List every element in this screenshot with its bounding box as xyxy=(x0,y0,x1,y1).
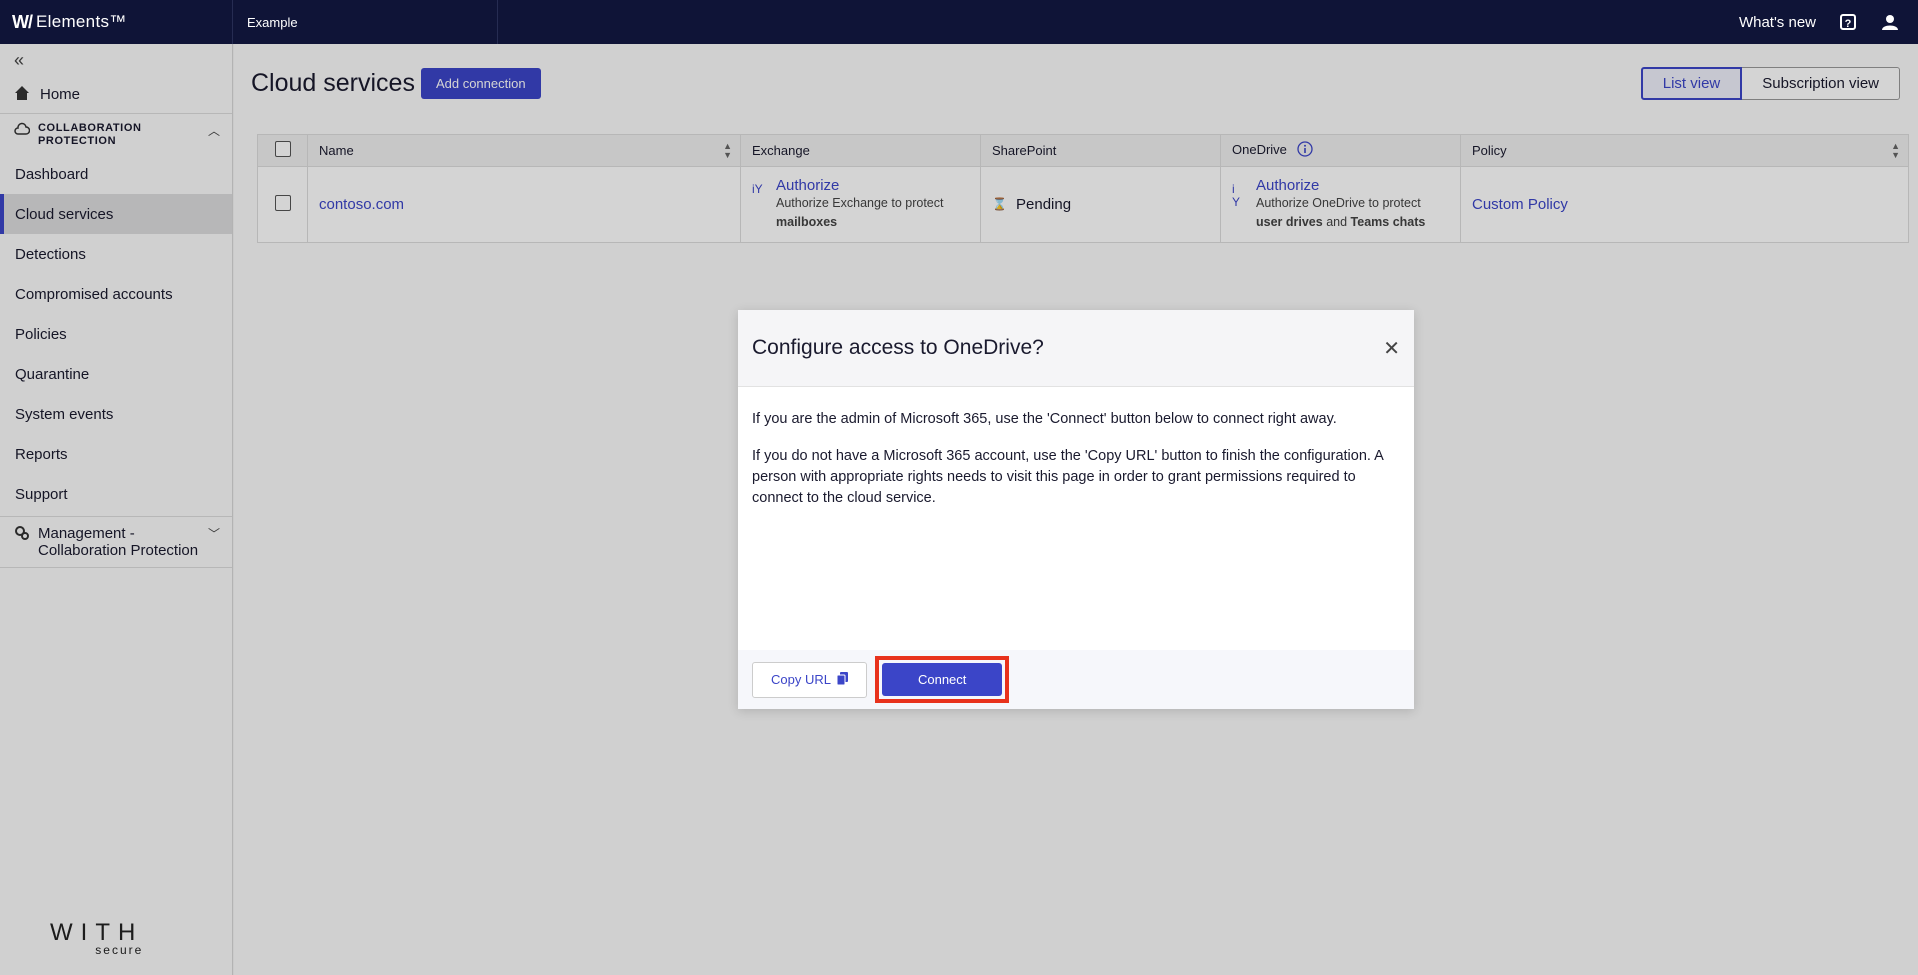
copy-url-label: Copy URL xyxy=(771,672,831,687)
brand[interactable]: W/ Elements™ xyxy=(0,0,233,44)
user-account-icon[interactable] xyxy=(1880,12,1900,32)
dialog-paragraph-admin: If you are the admin of Microsoft 365, u… xyxy=(752,411,1337,427)
organization-selector[interactable]: Example xyxy=(233,0,498,44)
top-bar: W/ Elements™ Example What's new ? xyxy=(0,0,1918,44)
dialog-footer: Copy URL Connect xyxy=(738,650,1414,709)
help-icon[interactable]: ? xyxy=(1838,12,1858,32)
brand-name: Elements™ xyxy=(36,12,127,31)
withsecure-logo-icon: W/ xyxy=(12,11,33,32)
svg-text:?: ? xyxy=(1845,18,1852,30)
organization-name: Example xyxy=(247,14,298,30)
connect-highlight: Connect xyxy=(874,656,1010,703)
whats-new-link[interactable]: What's new xyxy=(1739,14,1816,31)
copy-url-button[interactable]: Copy URL xyxy=(752,661,867,698)
dialog-body: If you are the admin of Microsoft 365, u… xyxy=(738,387,1414,650)
configure-onedrive-dialog: Configure access to OneDrive? ✕ If you a… xyxy=(738,310,1414,709)
dialog-title: Configure access to OneDrive? xyxy=(752,336,1044,359)
close-icon[interactable]: ✕ xyxy=(1383,336,1400,361)
dialog-paragraph-no-account: If you do not have a Microsoft 365 accou… xyxy=(752,448,1384,506)
clipboard-icon xyxy=(836,671,848,688)
connect-button[interactable]: Connect xyxy=(881,663,1003,696)
